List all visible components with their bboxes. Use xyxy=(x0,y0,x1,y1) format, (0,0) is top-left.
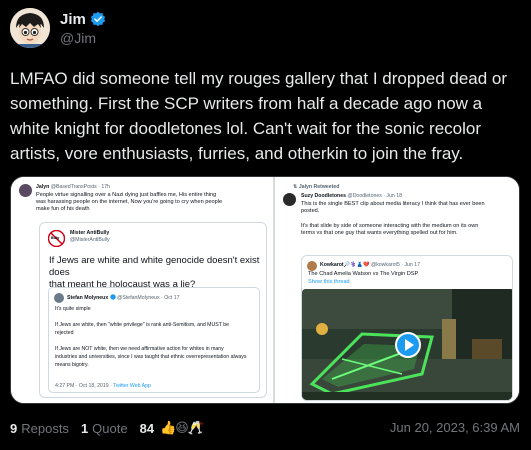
kowkarot-quoted-tweet: Kowkarot🔎⚕️👗💔 @kowkarot5 · Jun 17 The Ch… xyxy=(301,255,513,401)
molyneux-name: Stefan Molyneux xyxy=(67,295,109,301)
molyneux-line: If Jews are NOT white, then we need affi… xyxy=(55,346,224,352)
kowkarot-emoji: 🔎⚕️👗💔 xyxy=(343,262,370,268)
molyneux-handle-time: @StefanMolyneux · Oct 17 xyxy=(117,295,180,301)
molyneux-line: means bigotry. xyxy=(55,362,89,368)
molyneux-body: It's quite simple If Jews are white, the… xyxy=(55,305,246,369)
kowkarot-name: Kowkarot xyxy=(320,262,344,268)
post-text: LMFAO did someone tell my rouges gallery… xyxy=(10,69,508,163)
quoted-tweet-card: Bully Mister AntiBully @MisterAntiBully … xyxy=(39,222,267,398)
molyneux-line: industries and universities, since I was… xyxy=(55,354,247,360)
attached-image[interactable]: Jalyn @BasedTransPosts · 17h People virt… xyxy=(10,176,520,404)
jalyn-line: make fun of his death xyxy=(36,206,90,213)
molyneux-line: rejected xyxy=(55,330,74,336)
kowkarot-header: Kowkarot🔎⚕️👗💔 @kowkarot5 · Jun 17 xyxy=(320,262,420,269)
reposts-stat[interactable]: 9 Reposts xyxy=(10,421,69,436)
left-screenshot: Jalyn @BasedTransPosts · 17h People virt… xyxy=(11,177,273,403)
molyneux-line xyxy=(55,313,246,321)
suzy-avatar xyxy=(283,193,296,206)
suzy-line: This is the single BEST clip about media… xyxy=(301,201,485,207)
video-thumbnail xyxy=(302,289,512,400)
quoted-text: If Jews are white and white genocide doe… xyxy=(49,255,266,291)
post-card: Jim @Jim LMFAO did someone tell my rouge… xyxy=(0,0,531,450)
engagement-stats: 9 Reposts 1 Quote 84 👍😆🥂 Jun 20, 2023, 6… xyxy=(10,418,520,438)
retweet-line: ⇅ Jalyn Retweeted xyxy=(293,184,339,191)
suzy-line xyxy=(301,215,485,222)
molyneux-line: It's quite simple xyxy=(55,306,91,312)
quotes-stat[interactable]: 1 Quote xyxy=(81,421,128,436)
quoted-line: If Jews are white and white genocide doe… xyxy=(49,255,260,278)
post-date[interactable]: Jun 20, 2023, 6:39 AM xyxy=(390,420,520,435)
quoted-author: Mister AntiBully xyxy=(70,230,110,236)
author-handle[interactable]: @Jim xyxy=(60,30,106,46)
jalyn-header: Jalyn @BasedTransPosts · 17h xyxy=(36,184,110,191)
molyneux-avatar xyxy=(54,293,64,303)
jalyn-tweet-body: People virtue signalling over a Nazi dyi… xyxy=(36,192,222,214)
reposts-count: 9 xyxy=(10,420,18,436)
retweet-label: Jalyn Retweeted xyxy=(298,184,340,190)
molyneux-timestamp: 4:27 PM · Oct 18, 2019 · xyxy=(55,383,112,389)
jalyn-line: People virtue signalling over a Nazi dyi… xyxy=(36,192,217,198)
quotes-label: Quote xyxy=(92,420,128,436)
suzy-name: Suzy Doodletones xyxy=(301,193,346,199)
suzy-header: Suzy Doodletones @Doodletones · Jun 18 xyxy=(301,193,402,200)
verified-badge-icon xyxy=(109,294,116,300)
jalyn-handle-time: @BasedTransPosts · 17h xyxy=(50,184,110,190)
suzy-line: posted. xyxy=(301,208,320,215)
kowkarot-handle-time: @kowkarot5 · Jun 17 xyxy=(370,262,421,268)
jalyn-line: was harassing people on the internet, No… xyxy=(36,199,223,206)
avatar-icon xyxy=(10,8,50,48)
molyneux-line xyxy=(55,337,246,345)
display-name[interactable]: Jim xyxy=(60,11,86,28)
suzy-line: It's that slide by side of someone inter… xyxy=(301,222,479,229)
suzy-tweet-body: This is the single BEST clip about media… xyxy=(301,201,485,237)
play-button xyxy=(395,332,421,358)
molyneux-header: Stefan Molyneux @StefanMolyneux · Oct 17 xyxy=(67,294,180,302)
avatar[interactable] xyxy=(10,8,50,48)
twitter-web-app-link: Twitter Web App xyxy=(113,383,151,389)
reposts-label: Reposts xyxy=(21,420,69,436)
misterantibully-handle: @MisterAntiBully xyxy=(70,237,110,243)
verified-badge-icon xyxy=(90,11,105,27)
retweet-icon: ⇅ xyxy=(293,184,298,190)
jalyn-avatar xyxy=(19,184,32,197)
author-names: Jim @Jim xyxy=(60,11,106,46)
bully-badge-text: Bully xyxy=(51,236,60,240)
reactions-stat[interactable]: 84 👍😆🥂 xyxy=(139,420,204,436)
jalyn-name: Jalyn xyxy=(36,184,50,190)
kowkarot-title: The Chad Amelia Watson vs The Virgin DSP xyxy=(308,271,419,277)
molyneux-footer: 4:27 PM · Oct 18, 2019 · Twitter Web App xyxy=(55,383,151,390)
likes-count: 84 xyxy=(139,420,155,436)
reaction-emojis: 👍😆🥂 xyxy=(160,420,204,435)
play-icon xyxy=(405,339,414,351)
show-thread-link: Show this thread xyxy=(308,279,350,285)
nested-quoted-tweet: Stefan Molyneux @StefanMolyneux · Oct 17… xyxy=(48,287,260,393)
right-screenshot: ⇅ Jalyn Retweeted Suzy Doodletones @Dood… xyxy=(275,177,519,403)
suzy-handle-time: @Doodletones · Jun 18 xyxy=(347,193,403,199)
quotes-count: 1 xyxy=(80,420,89,436)
misterantibully-name: Mister AntiBully xyxy=(70,230,109,237)
molyneux-line: If Jews are white, then "white privilege… xyxy=(55,322,229,328)
kowkarot-avatar xyxy=(307,261,317,271)
post-header: Jim @Jim xyxy=(10,8,106,48)
suzy-line: terms vs that one guy that wants everyth… xyxy=(301,229,458,236)
